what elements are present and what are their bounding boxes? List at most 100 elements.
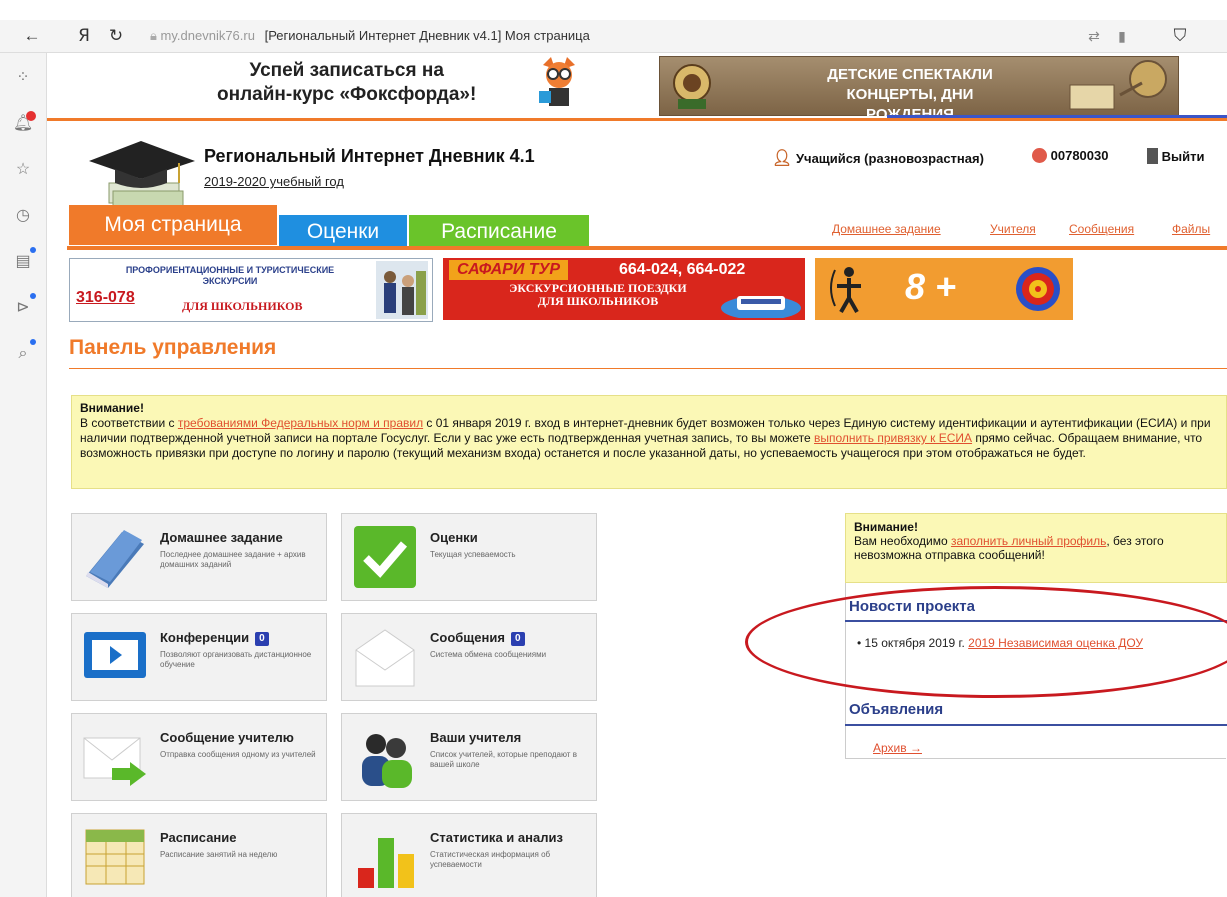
tab-grades[interactable]: Оценки (279, 215, 407, 247)
tab-schedule[interactable]: Расписание (409, 215, 589, 247)
apps-icon[interactable]: ⁘ (12, 67, 34, 89)
safari-brand: САФАРИ ТУР (449, 260, 569, 280)
foxford-ad-line1: Успей записаться на (249, 60, 444, 81)
user-info[interactable]: 👤︎ Учащийся (разновозрастная) (772, 148, 984, 168)
yandex-icon[interactable]: Я (72, 24, 96, 48)
tours-banner-line3: ДЛЯ ШКОЛЬНИКОВ (182, 299, 303, 313)
tile-title: Расписание (160, 830, 237, 845)
foxford-ad-line2: онлайн-курс «Фоксфорда»! (217, 84, 477, 105)
safari-tour-banner[interactable]: САФАРИ ТУР 664-024, 664-022 ЭКСКУРСИОННЫ… (443, 258, 805, 320)
tile-message-teacher[interactable]: Сообщение учителю Отправка сообщения одн… (71, 713, 327, 801)
door-icon (1147, 148, 1158, 164)
tile-title: Оценки (430, 530, 478, 545)
book-icon (86, 530, 144, 588)
target-icon (1016, 267, 1060, 311)
tours-banner-line2: ЭКСКУРСИИ (202, 276, 258, 286)
archive-link[interactable]: Архив → (873, 741, 922, 755)
tab-underline (67, 246, 1227, 250)
archery-banner[interactable]: 8 + (815, 258, 1073, 320)
envelope-open-icon (355, 629, 415, 687)
calendar-icon (85, 829, 145, 885)
notice-title: Внимание! (80, 401, 144, 415)
esia-bind-link[interactable]: выполнить привязку к ЕСИА (814, 431, 972, 445)
link-teachers[interactable]: Учителя (990, 222, 1036, 236)
user-icon: 👤︎ (772, 150, 793, 167)
tile-title: Конференции 0 (160, 630, 269, 646)
link-messages[interactable]: Сообщения (1069, 222, 1134, 236)
notification-dot (26, 111, 36, 121)
logout-label: Выйти (1161, 149, 1205, 164)
tile-desc: Текущая успеваемость (430, 550, 516, 559)
site-title: Региональный Интернет Дневник 4.1 (204, 146, 535, 166)
tile-desc: Расписание занятий на неделю (160, 850, 278, 859)
address-bar[interactable]: 🔒︎ my.dnevnik76.ru [Региональный Интерне… (150, 26, 590, 46)
bar-chart-icon (358, 838, 414, 888)
link-files[interactable]: Файлы (1172, 222, 1210, 236)
profile-warning: Внимание! Вам необходимо заполнить личны… (845, 513, 1227, 583)
checkmark-icon (354, 526, 416, 588)
people-icon (362, 734, 412, 788)
lock-icon: 🔒︎ (150, 28, 157, 43)
tile-desc: Статистическая информация об успеваемост… (430, 850, 551, 869)
gramophone-icon (1069, 60, 1167, 110)
id-icon (1032, 148, 1047, 163)
requirements-link[interactable]: требованиями Федеральных норм и правил (178, 416, 423, 430)
badge-dot (30, 247, 36, 253)
user-id: 00780030 (1032, 148, 1108, 163)
tile-title: Домашнее задание (160, 530, 283, 545)
link-homework[interactable]: Домашнее задание (832, 222, 941, 236)
foxford-ad[interactable]: Успей записаться на онлайн-курс «Фоксфор… (157, 55, 567, 113)
protect-icon[interactable]: ⛉ (1168, 24, 1192, 48)
monitor-icon (84, 632, 146, 678)
badge-dot (30, 339, 36, 345)
user-id-value: 00780030 (1050, 148, 1109, 163)
search-page-icon[interactable]: ⌕ (12, 343, 34, 365)
star-icon[interactable]: ☆ (12, 159, 34, 181)
announcements-heading: Объявления (849, 701, 944, 718)
tile-homework[interactable]: Домашнее задание Последнее домашнее зада… (71, 513, 327, 601)
translate-icon[interactable]: ⇄ (1082, 24, 1106, 48)
tours-banner-phone: 316-078 (76, 289, 135, 306)
fox-mascot-icon (539, 57, 575, 106)
back-icon[interactable]: ← (20, 24, 44, 48)
tile-desc: Система обмена сообщениями (430, 650, 547, 659)
browser-toolbar: ← Я ↻ 🔒︎ my.dnevnik76.ru [Региональный И… (0, 20, 1227, 53)
play-icon[interactable]: ⊳ (12, 297, 34, 319)
notice-text-1: В соответствии с (80, 416, 178, 430)
tile-conferences[interactable]: Конференции 0 Позволяют организовать дист… (71, 613, 327, 701)
badge-dot (30, 293, 36, 299)
bookmark-icon[interactable]: ▮ (1110, 24, 1134, 48)
reload-icon[interactable]: ↻ (104, 24, 128, 48)
history-icon[interactable]: ◷ (12, 205, 34, 227)
browser-sidebar: ⁘ 🔔︎ ☆ ◷ ▤ ⊳ ⌕ (0, 53, 47, 897)
envelope-arrow-icon (83, 737, 146, 786)
fill-profile-link[interactable]: заполнить личный профиль (951, 534, 1106, 548)
tab-my-page[interactable]: Моя страница (69, 205, 277, 245)
logout-button[interactable]: Выйти (1147, 148, 1204, 164)
tile-schedule[interactable]: Расписание Расписание занятий на неделю (71, 813, 327, 897)
user-name: Учащийся (разновозрастная) (795, 151, 984, 166)
tile-title: Статистика и анализ (430, 830, 563, 845)
school-year-link[interactable]: 2019-2020 учебный год (204, 174, 344, 189)
students-photo-icon (376, 261, 428, 319)
header-orange-line (47, 118, 1227, 121)
count-badge: 0 (255, 632, 269, 646)
count-badge: 0 (510, 632, 525, 646)
tours-banner[interactable]: ПРОФОРИЕНТАЦИОННЫЕ И ТУРИСТИЧЕСКИЕ ЭКСКУ… (69, 258, 433, 322)
address-domain: my.dnevnik76.ru (160, 28, 255, 43)
tile-messages[interactable]: Сообщения 0 Система обмена сообщениями (341, 613, 597, 701)
bus-icon (721, 296, 801, 318)
tile-desc: Список учителей, которые преподают в ваш… (430, 750, 577, 769)
tile-your-teachers[interactable]: Ваши учителя Список учителей, которые пр… (341, 713, 597, 801)
web-page: Успей записаться на онлайн-курс «Фоксфор… (47, 53, 1227, 897)
tile-grades[interactable]: Оценки Текущая успеваемость (341, 513, 597, 601)
safari-line2: ДЛЯ ШКОЛЬНИКОВ (537, 294, 659, 308)
kids-events-ad[interactable]: ДЕТСКИЕ СПЕКТАКЛИ КОНЦЕРТЫ, ДНИ РОЖДЕНИЯ (659, 56, 1179, 123)
warning-title: Внимание! (854, 520, 918, 534)
monkey-emblem-icon (673, 64, 711, 109)
collections-icon[interactable]: ▤ (12, 251, 34, 273)
tile-statistics[interactable]: Статистика и анализ Статистическая инфор… (341, 813, 597, 897)
tile-title-text: Сообщения (430, 630, 505, 645)
warning-text-1: Вам необходимо (854, 534, 951, 548)
panel-title: Панель управления (69, 336, 277, 359)
